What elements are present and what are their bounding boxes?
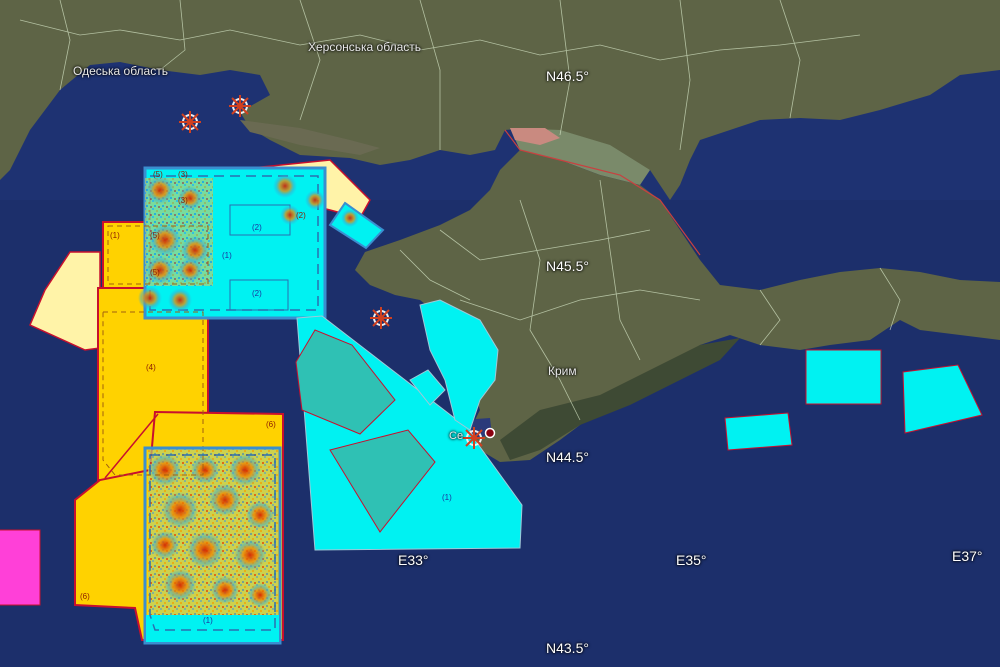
zone-tag-2: (2) <box>296 211 306 220</box>
zone-tag-2: (2) <box>252 289 262 298</box>
zone-tag-6: (6) <box>266 420 276 429</box>
grid-label-lat-46-5: N46.5° <box>546 68 589 84</box>
zone-tag-1: (1) <box>442 493 452 502</box>
zone-tag-3: (3) <box>178 170 188 179</box>
zone-tag-2: (2) <box>252 223 262 232</box>
zone-tag-5: (5) <box>150 268 160 277</box>
helm-icon[interactable] <box>178 110 202 134</box>
region-label-crimea: Крим <box>548 364 577 378</box>
grid-label-lon-33: E33° <box>398 552 429 568</box>
grid-label-lat-45-5: N45.5° <box>546 258 589 274</box>
helm-icon[interactable] <box>228 94 252 118</box>
location-pin-icon[interactable] <box>484 427 496 439</box>
grid-label-lat-44-5: N44.5° <box>546 449 589 465</box>
zone-tag-3: (3) <box>178 196 188 205</box>
zone-tag-4: (4) <box>146 363 156 372</box>
zone-tag-1: (1) <box>222 251 232 260</box>
helm-icon[interactable] <box>369 306 393 330</box>
map-view[interactable]: Херсонська область Одеська область Крим … <box>0 0 1000 667</box>
zone-tag-1: (1) <box>110 231 120 240</box>
grid-label-lon-35: E35° <box>676 552 707 568</box>
region-label-kherson: Херсонська область <box>308 40 421 54</box>
zone-tag-5: (5) <box>153 170 163 179</box>
zone-tag-5: (5) <box>150 231 160 240</box>
grid-label-lat-43-5: N43.5° <box>546 640 589 656</box>
zone-cyan-east-2[interactable] <box>805 349 882 405</box>
map-canvas <box>0 0 1000 667</box>
region-label-odesa: Одеська область <box>73 64 168 78</box>
helm-icon[interactable] <box>462 426 486 450</box>
grid-label-lon-37: E37° <box>952 548 983 564</box>
zone-magenta[interactable] <box>0 529 41 606</box>
city-label-sevastopol: Се <box>449 430 464 442</box>
zone-tag-1: (1) <box>203 616 213 625</box>
zone-tag-6: (6) <box>80 592 90 601</box>
zone-cyan-east-1[interactable] <box>724 412 793 451</box>
